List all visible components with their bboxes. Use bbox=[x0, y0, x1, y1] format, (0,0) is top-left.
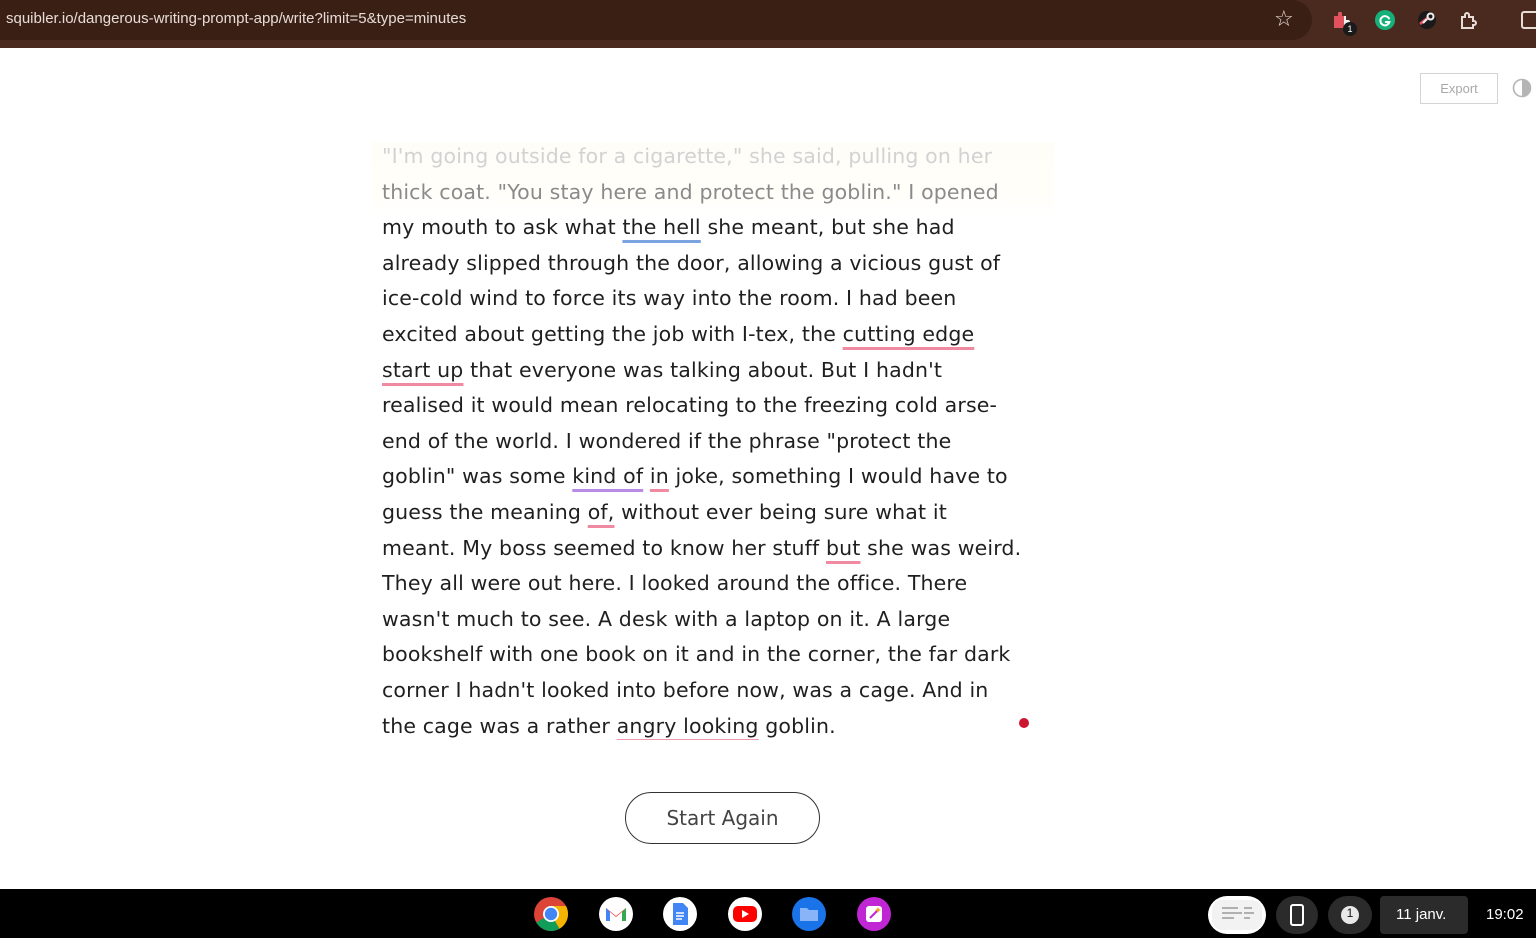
notification-count: 1 bbox=[1346, 906, 1354, 920]
text-line: wasn't much to see. A desk with a laptop… bbox=[382, 606, 951, 631]
clock-time[interactable]: 19:02 bbox=[1486, 906, 1524, 923]
export-button[interactable]: Export bbox=[1420, 73, 1498, 104]
text-line: corner I hadn't looked into before now, … bbox=[382, 677, 989, 702]
grammar-suggestion[interactable]: cutting edge bbox=[843, 322, 975, 346]
grammar-suggestion[interactable]: in bbox=[650, 464, 669, 488]
gmail-icon[interactable] bbox=[598, 896, 634, 932]
text-line: realised it would mean relocating to the… bbox=[382, 393, 998, 418]
creative-app-icon[interactable] bbox=[856, 896, 892, 932]
grammarly-status-dot[interactable] bbox=[1019, 718, 1029, 728]
extension-key-icon[interactable] bbox=[1415, 8, 1439, 32]
notification-button[interactable]: 1 bbox=[1328, 896, 1372, 934]
clarity-suggestion[interactable]: kind of bbox=[572, 464, 643, 488]
grammarly-icon[interactable] bbox=[1373, 8, 1397, 32]
text-line: goblin" was some kind of in joke, someth… bbox=[382, 464, 1008, 489]
grammar-suggestion[interactable]: of, bbox=[588, 500, 615, 524]
contrast-toggle-icon[interactable] bbox=[1512, 78, 1532, 98]
youtube-icon[interactable] bbox=[727, 896, 763, 932]
bookmark-star-icon[interactable]: ☆ bbox=[1274, 6, 1294, 34]
url-text[interactable]: squibler.io/dangerous-writing-prompt-app… bbox=[6, 10, 466, 27]
docs-icon[interactable] bbox=[662, 896, 698, 932]
grammar-suggestion[interactable]: but bbox=[826, 536, 861, 560]
text-line: ice-cold wind to force its way into the … bbox=[382, 286, 957, 311]
text-line: meant. My boss seemed to know her stuff … bbox=[382, 535, 1022, 560]
browser-toolbar: squibler.io/dangerous-writing-prompt-app… bbox=[0, 0, 1536, 48]
text-line: the cage was a rather angry looking gobl… bbox=[382, 713, 836, 738]
spelling-suggestion[interactable]: angry looking bbox=[617, 714, 759, 738]
text-line: my mouth to ask what the hell she meant,… bbox=[382, 215, 955, 240]
address-bar[interactable]: squibler.io/dangerous-writing-prompt-app… bbox=[0, 0, 1312, 40]
text-line: bookshelf with one book on it and in the… bbox=[382, 642, 1011, 667]
phone-icon bbox=[1290, 904, 1304, 926]
chrome-icon[interactable] bbox=[533, 896, 569, 932]
extensions-icon[interactable] bbox=[1457, 8, 1481, 32]
text-line: "I'm going outside for a cigarette," she… bbox=[382, 144, 993, 168]
grammar-suggestion[interactable]: start up bbox=[382, 358, 463, 382]
style-suggestion[interactable]: the hell bbox=[622, 215, 700, 239]
extension-badge: 1 bbox=[1343, 22, 1357, 36]
text-line: They all were out here. I looked around … bbox=[382, 571, 968, 596]
text-line: guess the meaning of, without ever being… bbox=[382, 499, 947, 524]
text-line: end of the world. I wondered if the phra… bbox=[382, 428, 952, 453]
holding-space-thumbnail[interactable] bbox=[1208, 896, 1266, 934]
text-line: thick coat. "You stay here and protect t… bbox=[382, 179, 999, 204]
side-panel-icon[interactable] bbox=[1518, 8, 1536, 32]
pending-file-thumbnail-icon bbox=[1212, 900, 1262, 930]
phone-hub-button[interactable] bbox=[1276, 896, 1318, 934]
start-again-button[interactable]: Start Again bbox=[625, 792, 820, 844]
text-line: already slipped through the door, allowi… bbox=[382, 250, 1001, 275]
writing-area[interactable]: "I'm going outside for a cigarette," she… bbox=[382, 139, 1054, 744]
date-text: 11 janv. bbox=[1396, 906, 1447, 923]
text-line: start up that everyone was talking about… bbox=[382, 357, 943, 382]
files-icon[interactable] bbox=[791, 896, 827, 932]
text-line: excited about getting the job with I-tex… bbox=[382, 321, 975, 346]
